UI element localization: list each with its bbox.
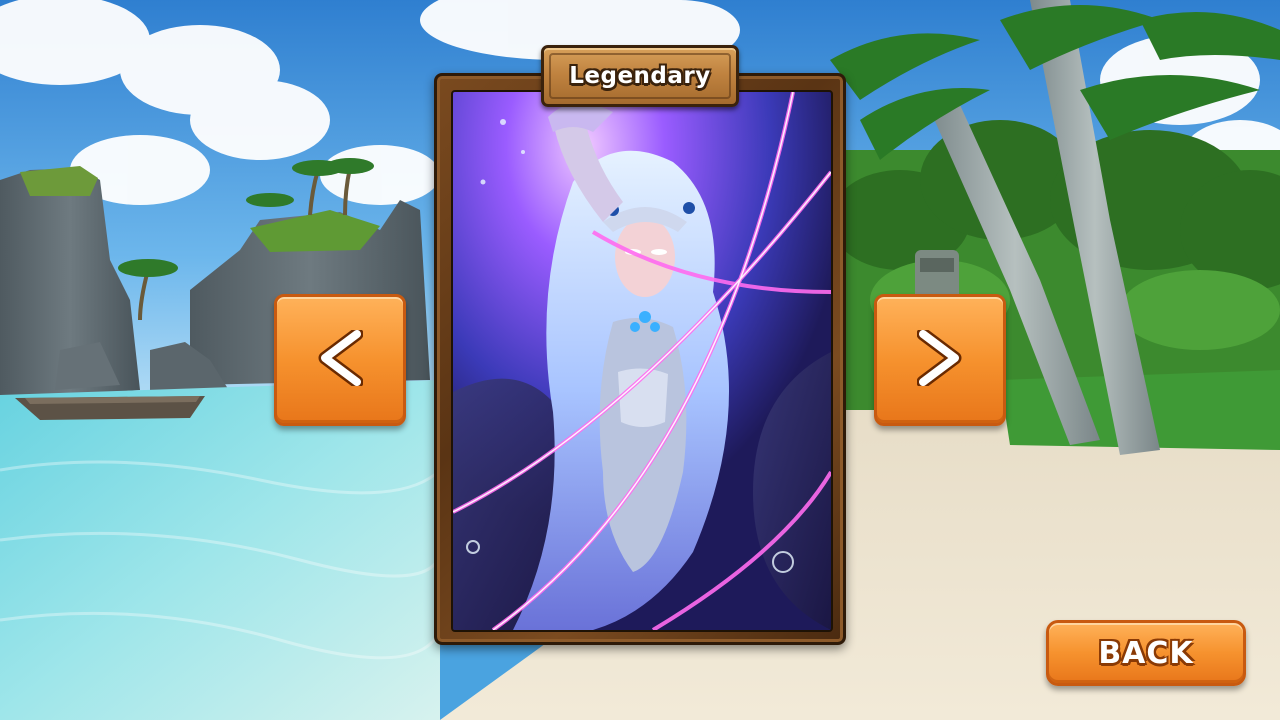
rarity-label: Legendary <box>569 63 711 89</box>
game-scene: Legendary BACK <box>0 0 1280 720</box>
previous-card-button[interactable] <box>274 294 406 426</box>
back-button-label: BACK <box>1098 635 1194 671</box>
next-card-button[interactable] <box>874 294 1006 426</box>
back-button[interactable]: BACK <box>1046 620 1246 686</box>
chevron-left-icon <box>317 327 364 390</box>
rarity-plaque: Legendary <box>541 45 739 107</box>
hero-card[interactable] <box>434 73 846 645</box>
hero-card-artwork <box>451 90 833 632</box>
chevron-right-icon <box>916 327 963 390</box>
